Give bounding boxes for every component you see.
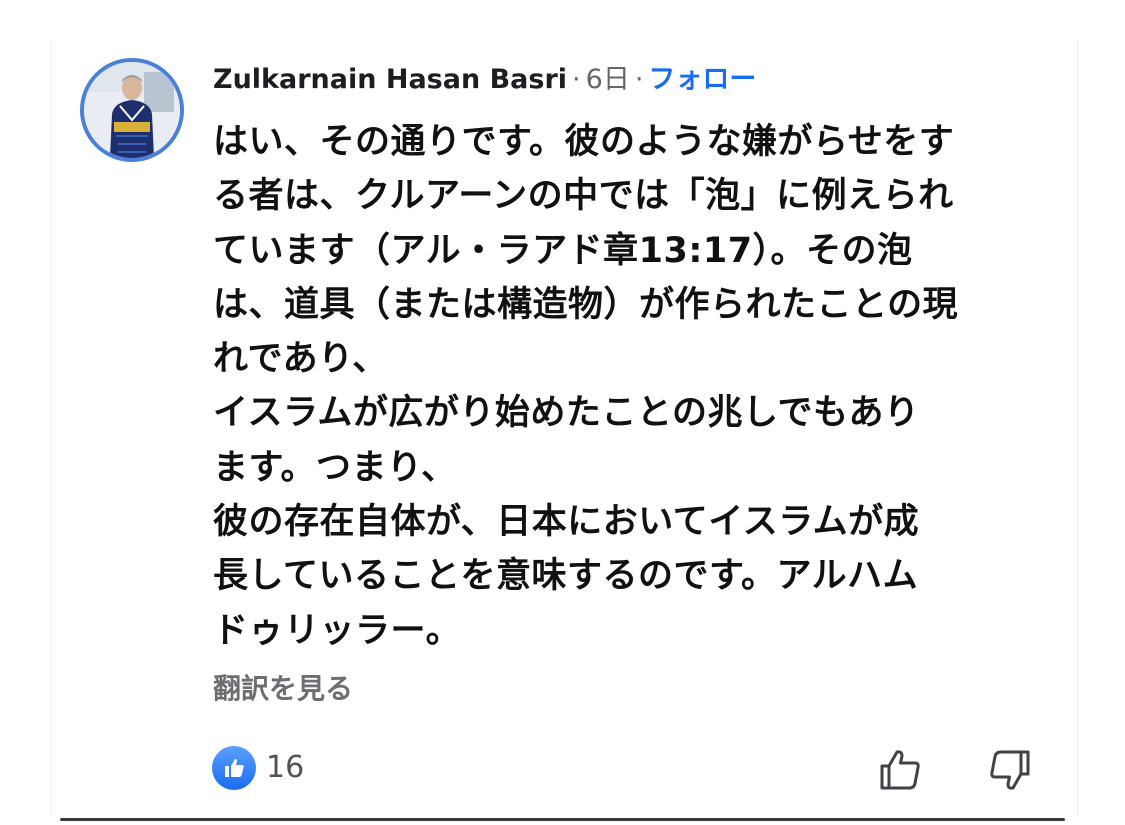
- thumbs-up-outline-icon: [880, 750, 920, 790]
- upvote-button[interactable]: [878, 746, 924, 796]
- thumbs-down-outline-icon: [990, 750, 1030, 790]
- comment-text-line: は、道具（または構造物）が作られたことの現: [213, 284, 959, 325]
- comment-text-line: る者は、クルアーンの中では「泡」に例えられ: [213, 176, 954, 217]
- follow-button[interactable]: フォロー: [648, 64, 756, 95]
- comment-text-line: はい、その通りです。彼のような嫌がらせをす: [213, 122, 955, 162]
- thumbs-up-icon: [225, 759, 244, 777]
- comment-text-line: 彼の存在自体が、日本においてイスラムが成: [213, 502, 920, 543]
- comment-text-line: イスラムが広がり始めたことの兆しでもあり: [213, 393, 920, 434]
- comment-text-line: ます。つまり、: [213, 447, 457, 488]
- separator-dot: ·: [572, 64, 581, 95]
- comment-text-line: 長していることを意味するのです。アルハム: [213, 556, 919, 597]
- comment-header: Zulkarnain Hasan Basri · 6日 · フォロー: [213, 60, 756, 100]
- author-name[interactable]: Zulkarnain Hasan Basri: [213, 64, 567, 95]
- like-count: 16: [266, 750, 305, 785]
- comment-body: はい、その通りです。彼のような嫌がらせをす る者は、クルアーンの中では「泡」に例…: [213, 115, 1073, 658]
- like-reaction-badge[interactable]: [212, 746, 256, 790]
- timestamp[interactable]: 6日: [586, 64, 630, 95]
- comment-text-line: れであり、: [213, 339, 388, 380]
- bottom-divider: [60, 818, 1065, 821]
- avatar[interactable]: [80, 58, 184, 162]
- avatar-photo: [84, 62, 180, 158]
- comment-text-line: ています（アル・ラアド章13:17）。その泡: [213, 230, 913, 271]
- separator-dot: ·: [634, 64, 644, 95]
- downvote-button[interactable]: [986, 748, 1032, 798]
- see-translation-link[interactable]: 翻訳を見る: [213, 668, 353, 710]
- comment-text-line: ドゥリッラー。: [213, 610, 462, 651]
